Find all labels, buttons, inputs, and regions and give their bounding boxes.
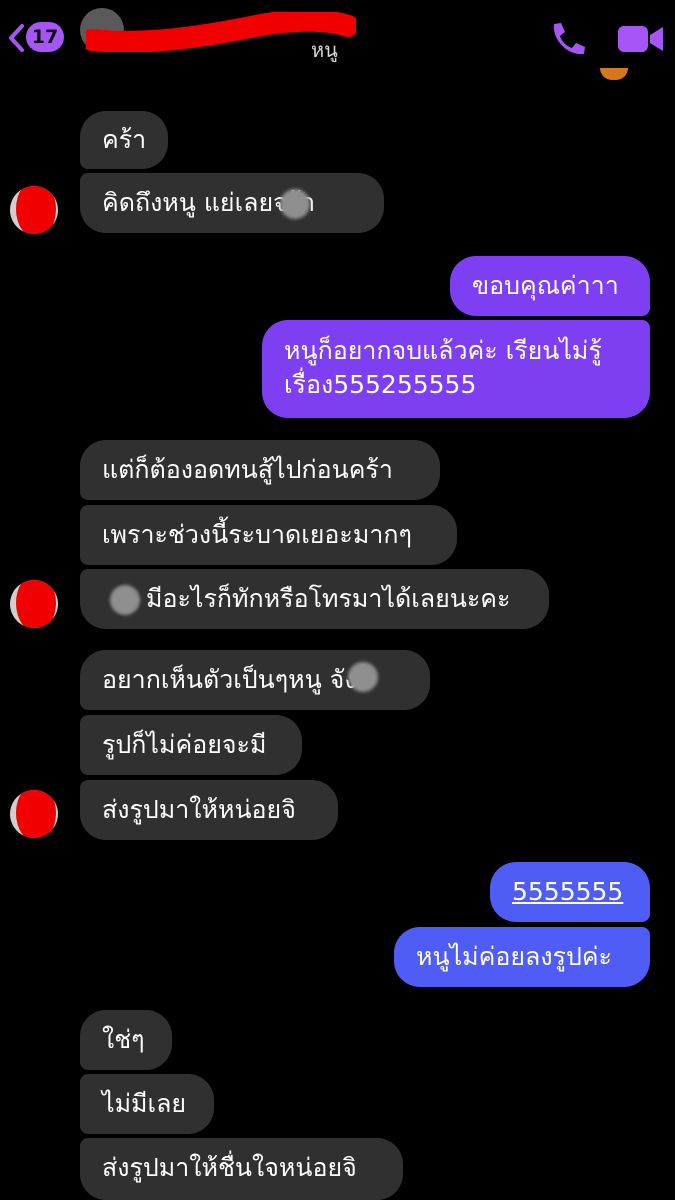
message-bubble[interactable]: อยากเห็นตัวเป็นๆหนู จัง — [80, 650, 430, 710]
message-bubble[interactable]: รูปก็ไม่ค่อยจะมี — [80, 715, 302, 775]
status-indicator — [600, 68, 628, 80]
redaction-mark — [16, 186, 56, 234]
redaction-blur — [110, 585, 140, 615]
message-text: แต่ก็ต้องอดทนสู้ไปก่อนคร้า — [102, 455, 393, 484]
message-bubble[interactable]: หนูก็อยากจบแล้วค่ะ เรียนไม่รู้ เรื่อง555… — [262, 320, 650, 418]
message-text: ส่งรูปมาให้ชื่นใจหน่อยจิ — [102, 1153, 357, 1182]
message-bubble[interactable]: เพราะช่วงนี้ระบาดเยอะมากๆ — [80, 505, 457, 565]
redaction-scribble — [86, 12, 356, 52]
message-text: อยากเห็นตัวเป็นๆหนู จัง — [102, 665, 357, 694]
redaction-blur — [280, 189, 310, 219]
message-bubble[interactable]: คิดถึงหนู แย่เลยจร้า — [80, 173, 384, 233]
message-bubble[interactable]: ใช่ๆ — [80, 1010, 172, 1070]
message-bubble[interactable]: ขอบคุณค่าาา — [450, 256, 650, 316]
message-bubble[interactable]: ไม่มีเลย — [80, 1074, 214, 1134]
phone-icon[interactable] — [548, 20, 588, 58]
redaction-blur — [348, 662, 378, 692]
message-text: หนูไม่ค่อยลงรูปค่ะ — [416, 942, 612, 971]
redaction-mark — [16, 580, 56, 628]
message-text: คร้า — [102, 125, 147, 154]
message-bubble[interactable]: แต่ก็ต้องอดทนสู้ไปก่อนคร้า — [80, 440, 440, 500]
redaction-mark — [16, 790, 56, 838]
unread-count-badge[interactable]: 17 — [26, 22, 64, 52]
message-text-line2: เรื่อง555255555 — [284, 370, 477, 399]
message-text: ส่งรูปมาให้หน่อยจิ — [102, 795, 296, 824]
message-bubble[interactable]: มีอะไรก็ทักหรือโทรมาได้เลยนะคะ — [80, 569, 549, 629]
message-text: เพราะช่วงนี้ระบาดเยอะมากๆ — [102, 520, 412, 549]
sender-avatar[interactable] — [10, 790, 58, 838]
message-text: ใช่ๆ — [102, 1025, 145, 1054]
chat-header: 17 หนู — [0, 0, 675, 80]
sender-avatar[interactable] — [10, 186, 58, 234]
chevron-left-icon[interactable] — [6, 22, 26, 54]
message-text: ไม่มีเลย — [102, 1089, 187, 1118]
chat-screen: 17 หนู คร้า คิดถึงหนู แย่เลยจร้า ขอบคุณค… — [0, 0, 675, 1200]
message-bubble[interactable]: 5555555 — [490, 862, 650, 922]
message-text-line1: หนูก็อยากจบแล้วค่ะ เรียนไม่รู้ — [284, 336, 602, 365]
message-bubble[interactable]: ส่งรูปมาให้หน่อยจิ — [80, 780, 338, 840]
message-text: 5555555 — [512, 877, 624, 906]
video-camera-icon[interactable] — [616, 22, 666, 56]
message-text: รูปก็ไม่ค่อยจะมี — [102, 730, 267, 759]
message-text: มีอะไรก็ทักหรือโทรมาได้เลยนะคะ — [146, 584, 511, 613]
sender-avatar[interactable] — [10, 580, 58, 628]
message-text: ขอบคุณค่าาา — [472, 271, 619, 300]
message-bubble[interactable]: หนูไม่ค่อยลงรูปค่ะ — [394, 927, 650, 987]
message-bubble[interactable]: คร้า — [80, 111, 168, 169]
message-bubble[interactable]: ส่งรูปมาให้ชื่นใจหน่อยจิ — [80, 1138, 403, 1200]
